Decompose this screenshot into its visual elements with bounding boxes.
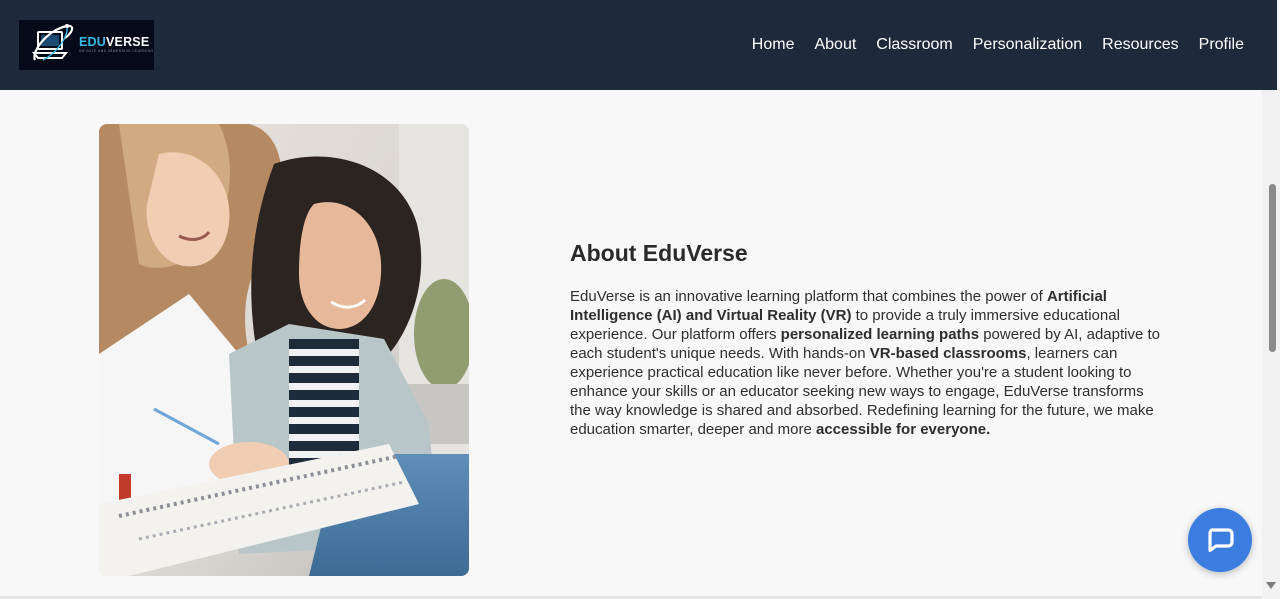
about-section: About EduVerse EduVerse is an innovative… <box>570 240 1170 439</box>
students-studying-photo <box>99 124 469 576</box>
laptop-orbit-logo-icon <box>31 24 74 61</box>
about-bold-vr-classrooms: VR-based classrooms <box>869 345 1027 362</box>
nav-link-classroom[interactable]: Classroom <box>876 36 952 54</box>
logo-tagline: INFINITE AND IMMERSIVE LEARNING <box>79 49 154 53</box>
logo-wordmark: EDUVERSE <box>79 36 154 49</box>
logo-word-verse: VERSE <box>106 35 150 49</box>
about-heading: About EduVerse <box>570 240 748 266</box>
chat-button[interactable] <box>1188 508 1252 572</box>
chevron-down-icon[interactable] <box>1266 582 1276 589</box>
nav-link-home[interactable]: Home <box>752 36 795 54</box>
nav-link-profile[interactable]: Profile <box>1199 36 1244 54</box>
about-text-1: EduVerse is an innovative learning platf… <box>570 288 1047 305</box>
students-photo-illustration <box>99 124 469 576</box>
logo-text: EDUVERSE INFINITE AND IMMERSIVE LEARNING <box>79 36 154 54</box>
scrollbar-thumb[interactable] <box>1269 184 1276 352</box>
vertical-scrollbar[interactable] <box>1262 90 1280 599</box>
navbar: EDUVERSE INFINITE AND IMMERSIVE LEARNING… <box>0 0 1277 90</box>
nav-link-about[interactable]: About <box>814 36 856 54</box>
about-bold-personalized: personalized learning paths <box>780 326 980 343</box>
about-paragraph: EduVerse is an innovative learning platf… <box>570 287 1165 439</box>
nav-link-personalization[interactable]: Personalization <box>973 36 1082 54</box>
eduverse-logo[interactable]: EDUVERSE INFINITE AND IMMERSIVE LEARNING <box>19 20 154 70</box>
logo-word-edu: EDU <box>79 35 106 49</box>
about-bold-accessible: accessible for everyone. <box>815 421 991 438</box>
nav-link-resources[interactable]: Resources <box>1102 36 1178 54</box>
chat-bubble-icon <box>1208 528 1234 553</box>
main-nav: Home About Classroom Personalization Res… <box>752 36 1244 54</box>
